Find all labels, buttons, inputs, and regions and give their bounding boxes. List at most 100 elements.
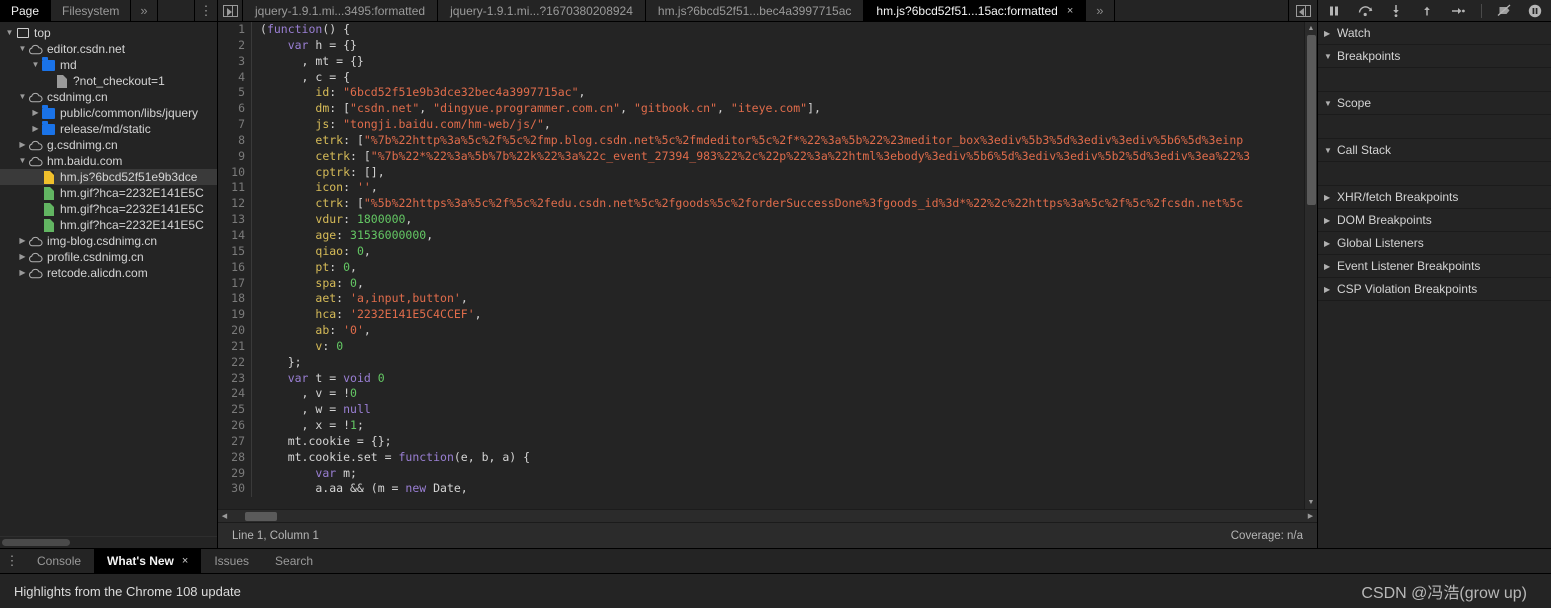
line-number[interactable]: 5	[218, 85, 252, 102]
tree-item[interactable]: ▶ public/common/libs/jquery	[0, 105, 217, 121]
tree-item[interactable]: ▼ top	[0, 25, 217, 41]
step-over-next-function-call-icon[interactable]	[1357, 2, 1374, 19]
line-number[interactable]: 14	[218, 227, 252, 244]
scroll-right-icon[interactable]: ▶	[1304, 510, 1317, 523]
close-icon[interactable]: ×	[1067, 5, 1073, 17]
nav-more-tabs-icon[interactable]: »	[131, 0, 158, 21]
debugger-section-header[interactable]: ▶ DOM Breakpoints	[1318, 209, 1551, 232]
source-tab[interactable]: hm.js?6bcd52f51...bec4a3997715ac	[646, 0, 865, 21]
line-number[interactable]: 3	[218, 53, 252, 70]
nav-tab-page[interactable]: Page	[0, 0, 52, 21]
nav-menu-icon[interactable]: ⋮	[195, 0, 217, 21]
code-editor[interactable]: 1 (function() {2 var h = {} 3 , mt = {} 4 ,…	[218, 22, 1304, 509]
tree-item[interactable]: ▶ retcode.alicdn.com	[0, 265, 217, 281]
line-number[interactable]: 7	[218, 117, 252, 133]
debugger-section-header[interactable]: ▶ Event Listener Breakpoints	[1318, 255, 1551, 278]
line-number[interactable]: 25	[218, 402, 252, 419]
source-tab[interactable]: jquery-1.9.1.mi...?1670380208924	[438, 0, 646, 21]
line-number[interactable]: 15	[218, 243, 252, 260]
step-icon[interactable]	[1450, 2, 1467, 19]
tree-item[interactable]: hm.js?6bcd52f51e9b3dce	[0, 169, 217, 185]
drawer-tab[interactable]: Issues	[201, 549, 262, 573]
line-number[interactable]: 17	[218, 275, 252, 292]
tree-item[interactable]: ▼ hm.baidu.com	[0, 153, 217, 169]
line-number[interactable]: 11	[218, 180, 252, 197]
line-number[interactable]: 4	[218, 69, 252, 86]
line-number[interactable]: 19	[218, 307, 252, 324]
twisty-expanded-icon[interactable]: ▼	[30, 57, 41, 73]
step-into-next-function-call-icon[interactable]	[1388, 2, 1405, 19]
debugger-section-header[interactable]: ▼ Call Stack	[1318, 139, 1551, 162]
show-navigator-icon[interactable]	[218, 0, 243, 21]
line-number[interactable]: 10	[218, 164, 252, 181]
drawer-tab[interactable]: Console	[24, 549, 94, 573]
line-number[interactable]: 21	[218, 338, 252, 355]
editor-vscrollbar[interactable]: ▲ ▼	[1304, 22, 1317, 509]
vscrollbar-thumb[interactable]	[1306, 35, 1316, 205]
line-number[interactable]: 18	[218, 291, 252, 308]
tree-item[interactable]: ▶ profile.csdnimg.cn	[0, 249, 217, 265]
hscrollbar-track[interactable]	[231, 510, 1304, 523]
tree-item[interactable]: ▶ g.csdnimg.cn	[0, 137, 217, 153]
line-number[interactable]: 29	[218, 465, 252, 482]
deactivate-breakpoints-icon[interactable]	[1496, 2, 1513, 19]
source-tab[interactable]: hm.js?6bcd52f51...15ac:formatted ×	[864, 0, 1087, 21]
navigator-hscrollbar-thumb[interactable]	[2, 539, 70, 546]
line-number[interactable]: 8	[218, 132, 252, 149]
editor-hscrollbar[interactable]: ◀ ▶	[218, 509, 1317, 522]
twisty-expanded-icon[interactable]: ▼	[4, 25, 15, 41]
twisty-collapsed-icon[interactable]: ▶	[17, 249, 28, 265]
line-number[interactable]: 2	[218, 37, 252, 54]
tree-item[interactable]: hm.gif?hca=2232E141E5C	[0, 217, 217, 233]
tree-item[interactable]: ?not_checkout=1	[0, 73, 217, 89]
source-more-tabs-icon[interactable]: »	[1086, 0, 1115, 21]
twisty-collapsed-icon[interactable]: ▶	[17, 233, 28, 249]
twisty-collapsed-icon[interactable]: ▶	[17, 137, 28, 153]
tree-item[interactable]: ▼ editor.csdn.net	[0, 41, 217, 57]
resume-script-execution-icon[interactable]	[1326, 2, 1343, 19]
debugger-section-header[interactable]: ▶ CSP Violation Breakpoints	[1318, 278, 1551, 301]
line-number[interactable]: 6	[218, 101, 252, 118]
line-number[interactable]: 26	[218, 418, 252, 434]
debugger-section-header[interactable]: ▶ Global Listeners	[1318, 232, 1551, 255]
line-number[interactable]: 16	[218, 259, 252, 276]
drawer-menu-icon[interactable]: ⋮	[0, 549, 24, 573]
line-number[interactable]: 27	[218, 433, 252, 450]
scroll-left-icon[interactable]: ◀	[218, 510, 231, 523]
line-number[interactable]: 22	[218, 354, 252, 371]
line-number[interactable]: 28	[218, 449, 252, 466]
twisty-expanded-icon[interactable]: ▼	[17, 89, 28, 105]
twisty-expanded-icon[interactable]: ▼	[17, 153, 28, 169]
debugger-section-header[interactable]: ▼ Breakpoints	[1318, 45, 1551, 68]
vscrollbar-track[interactable]	[1305, 35, 1318, 496]
tree-item[interactable]: ▶ release/md/static	[0, 121, 217, 137]
line-number[interactable]: 20	[218, 323, 252, 339]
tree-item[interactable]: hm.gif?hca=2232E141E5C	[0, 185, 217, 201]
step-out-of-current-function-icon[interactable]	[1419, 2, 1436, 19]
tree-item[interactable]: ▼ csdnimg.cn	[0, 89, 217, 105]
source-tab[interactable]: jquery-1.9.1.mi...3495:formatted	[243, 0, 439, 21]
twisty-collapsed-icon[interactable]: ▶	[30, 121, 41, 137]
debugger-section-header[interactable]: ▶ XHR/fetch Breakpoints	[1318, 186, 1551, 209]
line-number[interactable]: 30	[218, 481, 252, 498]
nav-tab-filesystem[interactable]: Filesystem	[51, 0, 132, 21]
tree-item[interactable]: ▼ md	[0, 57, 217, 73]
hscrollbar-thumb[interactable]	[245, 511, 277, 521]
scroll-up-icon[interactable]: ▲	[1305, 22, 1318, 35]
tree-item[interactable]: hm.gif?hca=2232E141E5C	[0, 201, 217, 217]
twisty-collapsed-icon[interactable]: ▶	[30, 105, 41, 121]
tree-item[interactable]: ▶ img-blog.csdnimg.cn	[0, 233, 217, 249]
pause-on-exceptions-icon[interactable]	[1527, 2, 1544, 19]
scroll-down-icon[interactable]: ▼	[1305, 496, 1318, 509]
show-debugger-icon[interactable]	[1289, 0, 1317, 21]
line-number[interactable]: 12	[218, 196, 252, 213]
twisty-collapsed-icon[interactable]: ▶	[17, 265, 28, 281]
line-number[interactable]: 13	[218, 212, 252, 228]
drawer-tab[interactable]: Search	[262, 549, 326, 573]
close-icon[interactable]: ×	[182, 555, 188, 567]
line-number[interactable]: 1	[218, 22, 252, 38]
drawer-tab[interactable]: What's New ×	[94, 549, 202, 573]
line-number[interactable]: 9	[218, 148, 252, 165]
twisty-expanded-icon[interactable]: ▼	[17, 41, 28, 57]
debugger-section-header[interactable]: ▼ Scope	[1318, 92, 1551, 115]
